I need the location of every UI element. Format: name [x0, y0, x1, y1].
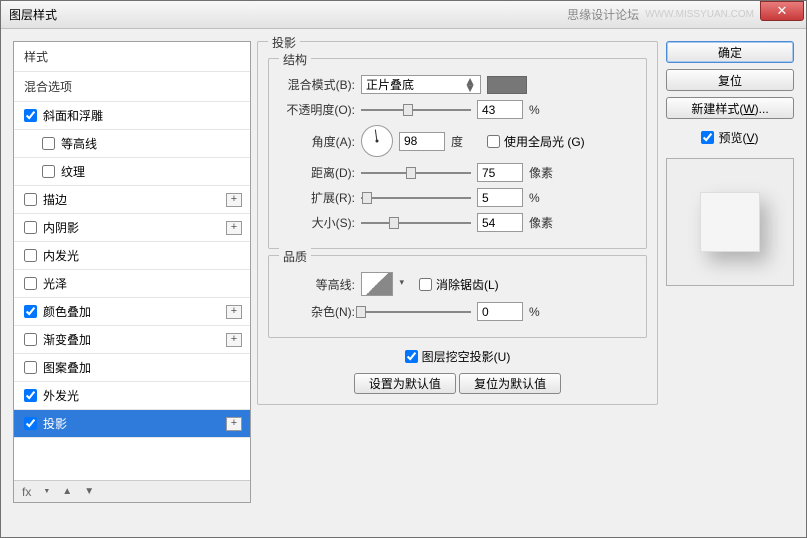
- angle-label: 角度(A):: [279, 133, 355, 150]
- watermark: WWW.MISSYUAN.COM: [645, 9, 754, 20]
- style-checkbox[interactable]: [24, 109, 37, 122]
- style-checkbox[interactable]: [42, 165, 55, 178]
- distance-slider[interactable]: [361, 165, 471, 181]
- global-light-checkbox[interactable]: 使用全局光 (G): [487, 133, 585, 150]
- style-checkbox[interactable]: [24, 389, 37, 402]
- angle-dial[interactable]: [361, 125, 393, 157]
- style-checkbox[interactable]: [24, 277, 37, 290]
- size-label: 大小(S):: [279, 214, 355, 231]
- style-item[interactable]: 内阴影 +: [14, 214, 250, 242]
- knockout-checkbox[interactable]: 图层挖空投影(U): [405, 348, 511, 365]
- style-label: 内发光: [43, 247, 79, 264]
- style-checkbox[interactable]: [24, 221, 37, 234]
- add-effect-button[interactable]: +: [226, 305, 242, 319]
- blend-options[interactable]: 混合选项: [14, 72, 250, 102]
- set-default-button[interactable]: 设置为默认值: [354, 373, 456, 394]
- quality-title: 品质: [279, 248, 311, 265]
- quality-group: 品质 等高线: ▾ 消除锯齿(L) 杂色(N): %: [268, 255, 647, 338]
- spread-slider[interactable]: [361, 190, 471, 206]
- style-item[interactable]: 外发光: [14, 382, 250, 410]
- preview-box: [666, 158, 794, 286]
- drop-shadow-group: 投影 结构 混合模式(B): 正片叠底 ▲▼ 不透明度(O): [257, 41, 658, 405]
- right-panel: 确定 复位 新建样式(W)... 预览(V): [666, 41, 794, 503]
- style-label: 斜面和浮雕: [43, 107, 103, 124]
- new-style-button[interactable]: 新建样式(W)...: [666, 97, 794, 119]
- close-button[interactable]: ✕: [760, 1, 804, 21]
- structure-group: 结构 混合模式(B): 正片叠底 ▲▼ 不透明度(O):: [268, 58, 647, 249]
- style-checkbox[interactable]: [42, 137, 55, 150]
- style-label: 纹理: [61, 163, 85, 180]
- window-title: 图层样式: [9, 6, 57, 23]
- add-effect-button[interactable]: +: [226, 193, 242, 207]
- style-label: 渐变叠加: [43, 331, 91, 348]
- noise-slider[interactable]: [361, 304, 471, 320]
- styles-header[interactable]: 样式: [14, 42, 250, 72]
- style-item[interactable]: 斜面和浮雕: [14, 102, 250, 130]
- opacity-slider[interactable]: [361, 102, 471, 118]
- distance-input[interactable]: [477, 163, 523, 182]
- style-item[interactable]: 内发光: [14, 242, 250, 270]
- style-label: 等高线: [61, 135, 97, 152]
- cancel-button[interactable]: 复位: [666, 69, 794, 91]
- style-checkbox[interactable]: [24, 193, 37, 206]
- structure-title: 结构: [279, 51, 311, 68]
- panel-title: 投影: [268, 34, 300, 51]
- ok-button[interactable]: 确定: [666, 41, 794, 63]
- style-label: 描边: [43, 191, 67, 208]
- spread-label: 扩展(R):: [279, 189, 355, 206]
- style-item[interactable]: 图案叠加: [14, 354, 250, 382]
- styles-footer: fx▼ ▲ ▼: [14, 480, 250, 502]
- forum-text: 思缘设计论坛: [567, 6, 639, 23]
- noise-input[interactable]: [477, 302, 523, 321]
- reset-default-button[interactable]: 复位为默认值: [459, 373, 561, 394]
- fx-label[interactable]: fx: [22, 485, 31, 499]
- style-label: 颜色叠加: [43, 303, 91, 320]
- style-label: 外发光: [43, 387, 79, 404]
- style-checkbox[interactable]: [24, 417, 37, 430]
- size-input[interactable]: [477, 213, 523, 232]
- style-item[interactable]: 等高线: [14, 130, 250, 158]
- style-label: 图案叠加: [43, 359, 91, 376]
- style-label: 内阴影: [43, 219, 79, 236]
- style-item[interactable]: 渐变叠加 +: [14, 326, 250, 354]
- style-item[interactable]: 光泽: [14, 270, 250, 298]
- style-item[interactable]: 投影 +: [14, 410, 250, 438]
- move-down-icon[interactable]: ▼: [84, 486, 94, 497]
- angle-input[interactable]: [399, 132, 445, 151]
- contour-label: 等高线:: [279, 276, 355, 293]
- shadow-color-swatch[interactable]: [487, 76, 527, 94]
- style-checkbox[interactable]: [24, 249, 37, 262]
- preview-swatch: [700, 192, 760, 252]
- blend-mode-label: 混合模式(B):: [279, 76, 355, 93]
- antialias-checkbox[interactable]: 消除锯齿(L): [419, 276, 499, 293]
- layer-style-dialog: 图层样式 思缘设计论坛 WWW.MISSYUAN.COM ✕ 样式 混合选项 斜…: [0, 0, 807, 538]
- contour-picker[interactable]: ▾: [361, 272, 393, 296]
- style-item[interactable]: 纹理: [14, 158, 250, 186]
- style-label: 投影: [43, 415, 67, 432]
- opacity-input[interactable]: [477, 100, 523, 119]
- titlebar[interactable]: 图层样式 思缘设计论坛 WWW.MISSYUAN.COM ✕: [1, 1, 806, 29]
- style-checkbox[interactable]: [24, 361, 37, 374]
- add-effect-button[interactable]: +: [226, 417, 242, 431]
- style-item[interactable]: 颜色叠加 +: [14, 298, 250, 326]
- noise-label: 杂色(N):: [279, 303, 355, 320]
- opacity-label: 不透明度(O):: [279, 101, 355, 118]
- spread-input[interactable]: [477, 188, 523, 207]
- size-slider[interactable]: [361, 215, 471, 231]
- add-effect-button[interactable]: +: [226, 333, 242, 347]
- preview-checkbox[interactable]: 预览(V): [666, 129, 794, 146]
- distance-label: 距离(D):: [279, 164, 355, 181]
- move-up-icon[interactable]: ▲: [62, 486, 72, 497]
- add-effect-button[interactable]: +: [226, 221, 242, 235]
- style-checkbox[interactable]: [24, 333, 37, 346]
- styles-panel: 样式 混合选项 斜面和浮雕等高线纹理描边 + 内阴影 + 内发光光泽颜色叠加 + 渐变叠加 +…: [13, 41, 251, 503]
- style-label: 光泽: [43, 275, 67, 292]
- blend-mode-select[interactable]: 正片叠底 ▲▼: [361, 75, 481, 94]
- style-checkbox[interactable]: [24, 305, 37, 318]
- style-item[interactable]: 描边 +: [14, 186, 250, 214]
